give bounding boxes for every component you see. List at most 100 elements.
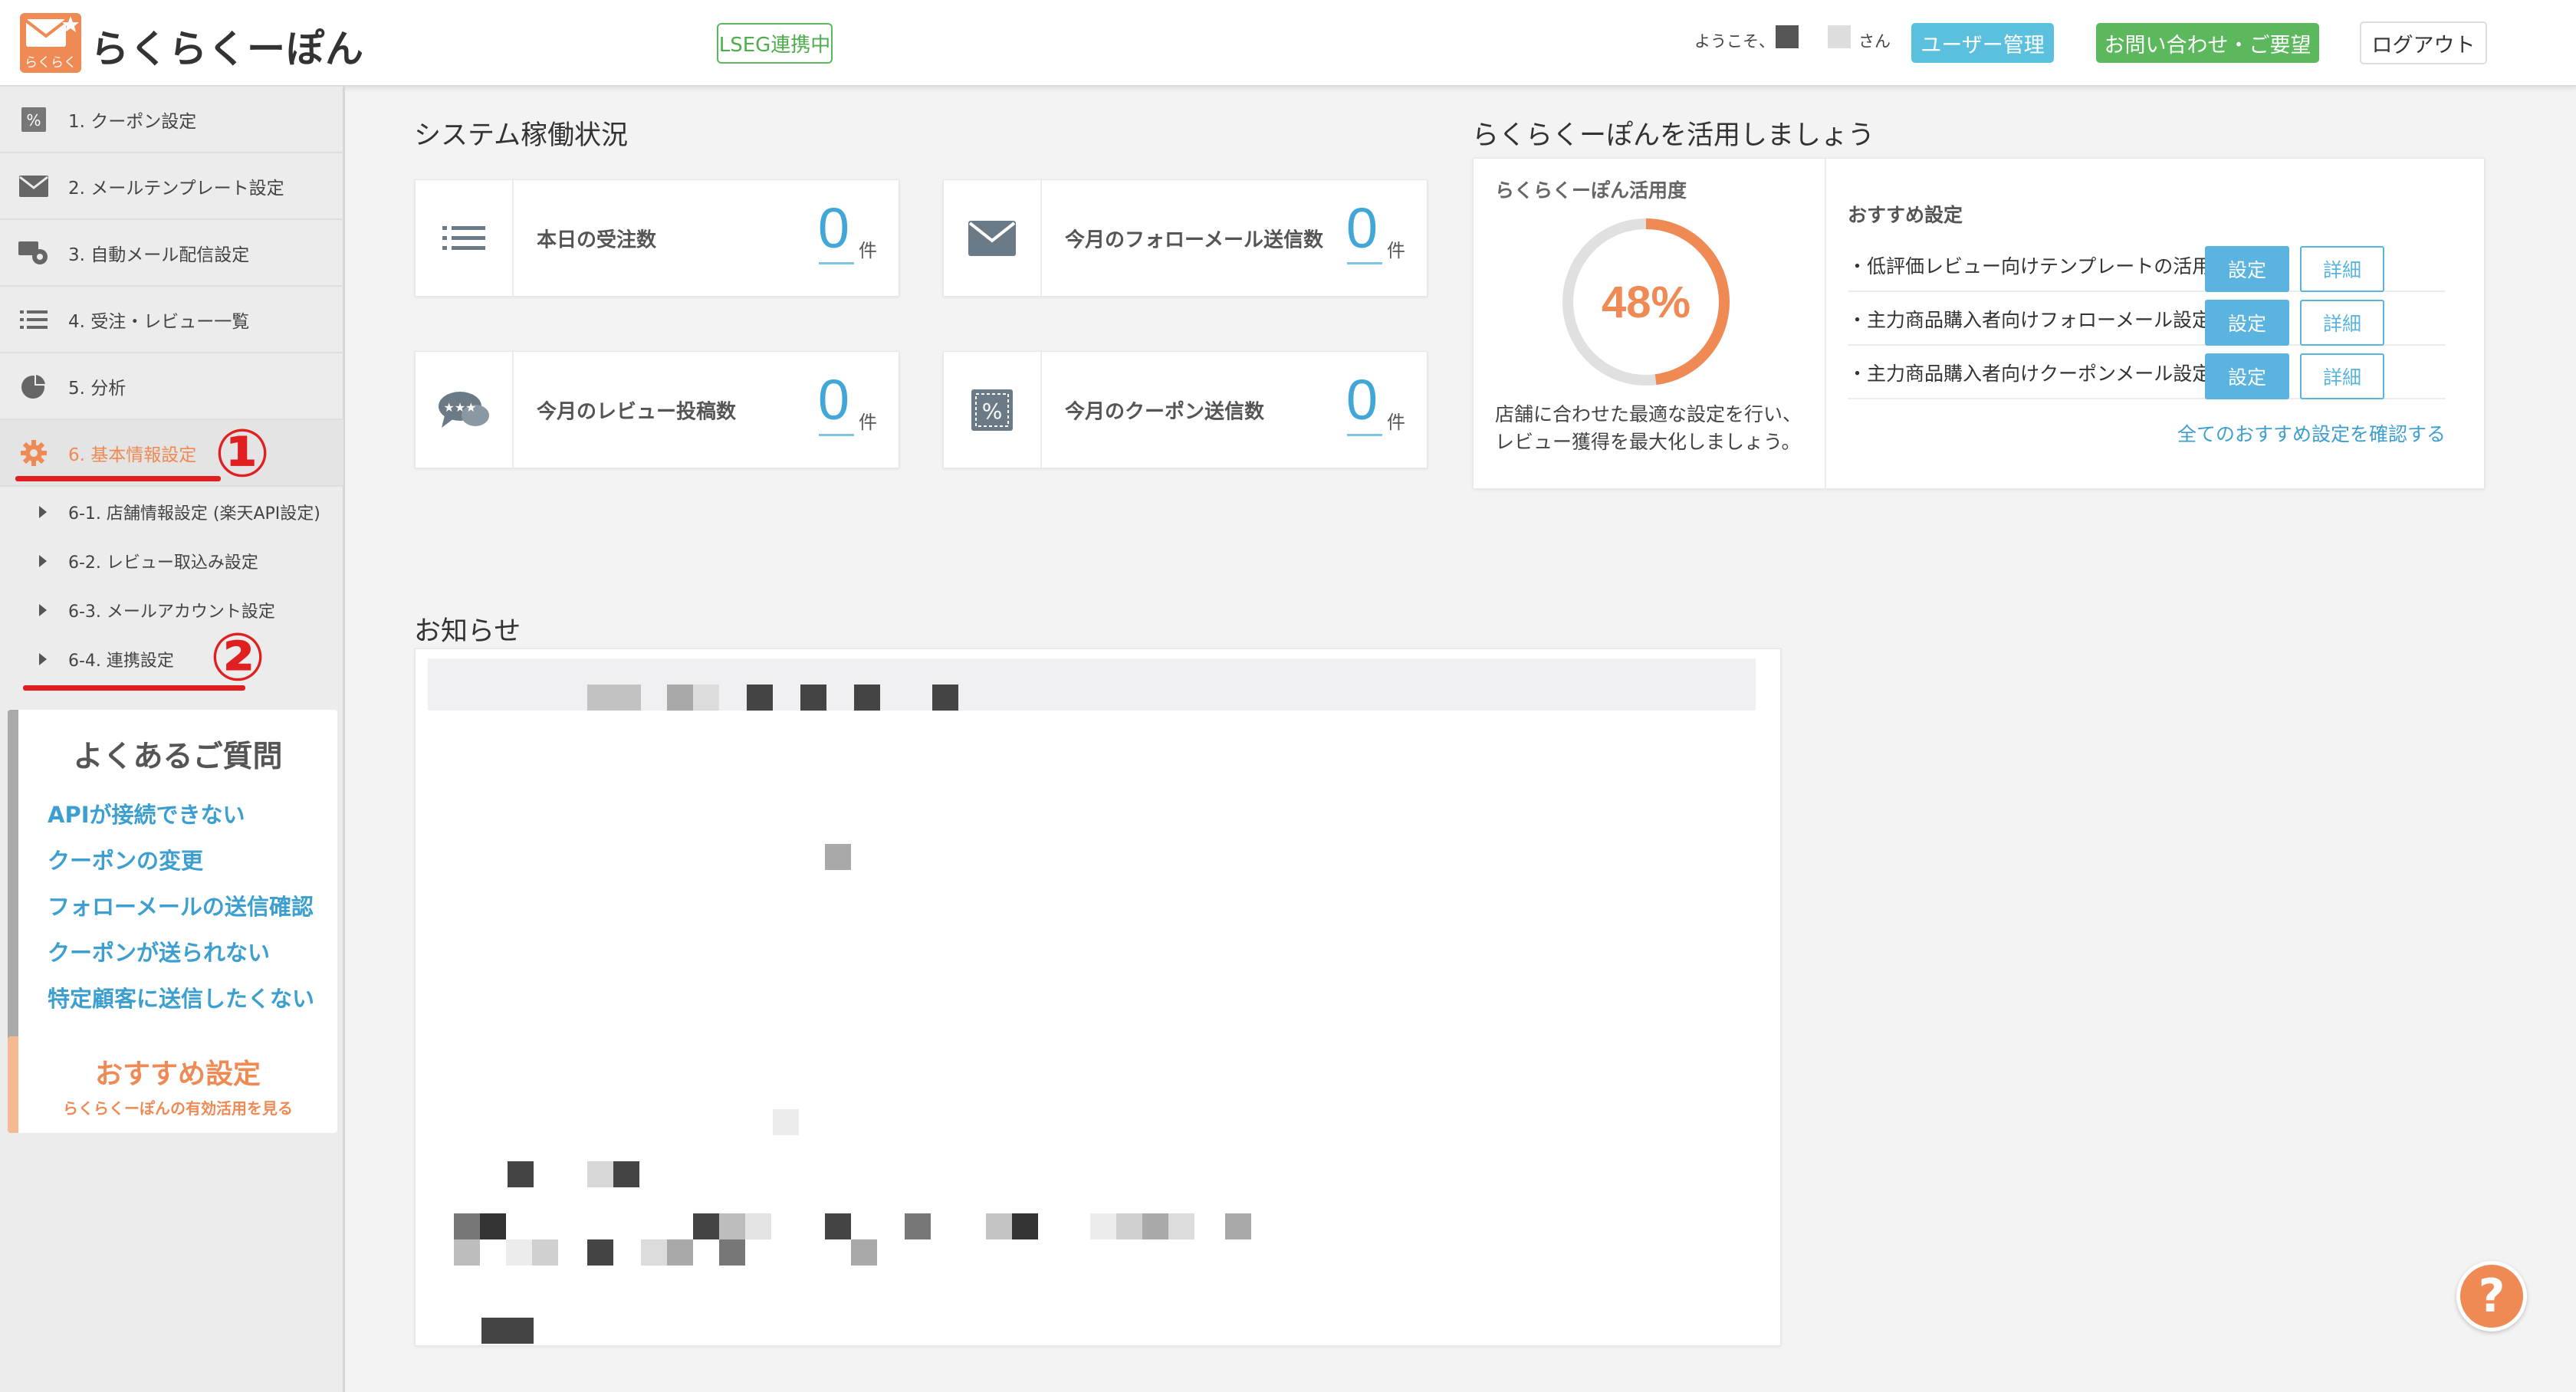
faq-link[interactable]: クーポンの変更 bbox=[48, 843, 203, 875]
sidebar-item-label: 4. 受注・レビュー一覧 bbox=[68, 311, 250, 332]
contact-button[interactable]: お問い合わせ・ご要望 bbox=[2096, 23, 2319, 63]
stat-value: 0 bbox=[1346, 196, 1378, 260]
redacted-block bbox=[825, 844, 851, 870]
redacted-block bbox=[719, 1239, 745, 1266]
top-header: らくらく らくらくーぽん LSEG連携中 ようこそ、 さん ユーザー管理 お問い… bbox=[0, 0, 2576, 87]
sidebar-subitem-label: 6-1. 店舗情報設定 (楽天API設定) bbox=[68, 504, 320, 524]
help-button[interactable]: ? bbox=[2456, 1261, 2527, 1331]
mail-gear-icon bbox=[18, 238, 49, 268]
redacted-block bbox=[667, 685, 693, 711]
sidebar-item-label: 5. 分析 bbox=[68, 378, 127, 399]
redacted-block bbox=[932, 685, 958, 711]
logo-badge-text: らくらく bbox=[25, 55, 77, 71]
stat-value: 0 bbox=[817, 368, 849, 432]
stat-card-follow-mail: 今月のフォローメール送信数 0 件 bbox=[943, 179, 1428, 297]
sidebar-item-orders-reviews[interactable]: 4. 受注・レビュー一覧 bbox=[0, 287, 343, 353]
setting-button[interactable]: 設定 bbox=[2205, 300, 2289, 346]
stat-underline bbox=[819, 262, 854, 264]
recommend-box-subtitle: らくらくーぽんの有効活用を見る bbox=[63, 1099, 293, 1118]
sidebar-item-label: 6. 基本情報設定 bbox=[68, 445, 197, 465]
sidebar-item-mail-template[interactable]: 2. メールテンプレート設定 bbox=[0, 153, 343, 220]
annotation-number-one: ① bbox=[214, 415, 271, 492]
username-redacted-block bbox=[1776, 25, 1799, 48]
sidebar-item-analysis[interactable]: 5. 分析 bbox=[0, 353, 343, 420]
redacted-block bbox=[851, 1239, 877, 1266]
detail-button[interactable]: 詳細 bbox=[2300, 246, 2384, 292]
usage-rate-value: 48% bbox=[1601, 277, 1691, 327]
redacted-block bbox=[986, 1213, 1012, 1239]
redacted-block bbox=[719, 1213, 745, 1239]
usage-section-title: らくらくーぽんを活用しましょう bbox=[1472, 120, 1875, 151]
stat-value: 0 bbox=[817, 196, 849, 260]
coupon-icon: % bbox=[18, 105, 49, 134]
stat-unit: 件 bbox=[859, 412, 877, 433]
username-redacted-block bbox=[1828, 25, 1851, 48]
stat-unit: 件 bbox=[859, 240, 877, 261]
detail-button[interactable]: 詳細 bbox=[2300, 300, 2384, 346]
stat-label: 今月のクーポン送信数 bbox=[1065, 400, 1265, 423]
mail-icon bbox=[944, 180, 1042, 296]
redacted-block bbox=[905, 1213, 931, 1239]
caret-right-icon bbox=[39, 653, 47, 665]
redacted-block bbox=[667, 1239, 693, 1266]
stat-underline bbox=[819, 434, 854, 436]
recommended-setting-label: ・主力商品購入者向けクーポンメール設定 bbox=[1848, 363, 2212, 385]
logo-icon[interactable]: らくらく bbox=[20, 13, 81, 73]
redacted-block bbox=[693, 1213, 719, 1239]
stat-label: 今月のフォローメール送信数 bbox=[1065, 228, 1323, 251]
redacted-block bbox=[1012, 1213, 1038, 1239]
caret-right-icon bbox=[39, 506, 47, 518]
news-panel bbox=[415, 648, 1781, 1346]
recommend-box-title: おすすめ設定 bbox=[94, 1059, 261, 1090]
caret-right-icon bbox=[39, 604, 47, 616]
usage-rate-gauge: 48% bbox=[1561, 217, 1731, 387]
sidebar-subitem-mail-account[interactable]: 6-3. メールアカウント設定 bbox=[0, 586, 343, 635]
stat-value: 0 bbox=[1346, 368, 1378, 432]
setting-button[interactable]: 設定 bbox=[2205, 353, 2289, 399]
detail-button[interactable]: 詳細 bbox=[2300, 353, 2384, 399]
caret-right-icon bbox=[39, 555, 47, 567]
faq-link[interactable]: クーポンが送られない bbox=[48, 935, 270, 967]
redacted-block bbox=[454, 1213, 480, 1239]
sidebar-item-coupon[interactable]: % 1. クーポン設定 bbox=[0, 87, 343, 153]
recommended-setting-row: ・主力商品購入者向けフォローメール設定 設定 詳細 bbox=[1848, 294, 2446, 346]
sidebar-subitem-review-import[interactable]: 6-2. レビュー取込み設定 bbox=[0, 537, 343, 586]
sidebar-item-label: 3. 自動メール配信設定 bbox=[68, 245, 250, 265]
sidebar-subitem-store-info[interactable]: 6-1. 店舗情報設定 (楽天API設定) bbox=[0, 488, 343, 537]
faq-link[interactable]: フォローメールの送信確認 bbox=[48, 889, 314, 921]
redacted-block bbox=[481, 1318, 534, 1344]
all-recommendations-link[interactable]: 全てのおすすめ設定を確認する bbox=[2177, 419, 2446, 447]
usage-description-line1: 店舗に合わせた最適な設定を行い、 bbox=[1495, 403, 1802, 425]
sidebar-subitem-integration[interactable]: 6-4. 連携設定 bbox=[0, 635, 343, 684]
setting-button[interactable]: 設定 bbox=[2205, 246, 2289, 292]
stat-card-coupons: % 今月のクーポン送信数 0 件 bbox=[943, 351, 1428, 468]
recommend-settings-box[interactable]: おすすめ設定 らくらくーぽんの有効活用を見る bbox=[8, 1036, 337, 1133]
redacted-block bbox=[800, 685, 826, 711]
redacted-block bbox=[587, 685, 641, 711]
system-status-title: システム稼働状況 bbox=[414, 120, 628, 151]
gear-icon bbox=[18, 438, 49, 468]
redacted-block bbox=[693, 685, 719, 711]
redacted-block bbox=[1116, 1213, 1142, 1239]
news-title: お知らせ bbox=[414, 616, 521, 647]
recommended-settings-title: おすすめ設定 bbox=[1848, 204, 1963, 226]
sidebar-item-auto-mail[interactable]: 3. 自動メール配信設定 bbox=[0, 220, 343, 287]
mail-icon bbox=[18, 172, 49, 201]
logout-button[interactable]: ログアウト bbox=[2360, 21, 2487, 64]
redacted-block bbox=[825, 1213, 851, 1239]
faq-title: よくあるご質問 bbox=[73, 740, 283, 774]
faq-link[interactable]: APIが接続できない bbox=[48, 797, 245, 829]
review-bubble-icon: ★★★ bbox=[416, 352, 514, 468]
app-logo-text[interactable]: らくらくーぽん bbox=[90, 18, 364, 74]
redacted-block bbox=[480, 1213, 506, 1239]
stat-label: 今月のレビュー投稿数 bbox=[537, 400, 737, 423]
faq-link[interactable]: 特定顧客に送信したくない bbox=[48, 981, 314, 1013]
redacted-block bbox=[1142, 1213, 1168, 1239]
redacted-block bbox=[773, 1109, 799, 1135]
annotation-number-two: ② bbox=[209, 619, 266, 696]
redacted-block bbox=[1090, 1213, 1116, 1239]
redacted-block bbox=[587, 1161, 613, 1187]
stat-unit: 件 bbox=[1387, 240, 1405, 261]
redacted-block bbox=[854, 685, 880, 711]
user-management-button[interactable]: ユーザー管理 bbox=[1911, 23, 2054, 63]
